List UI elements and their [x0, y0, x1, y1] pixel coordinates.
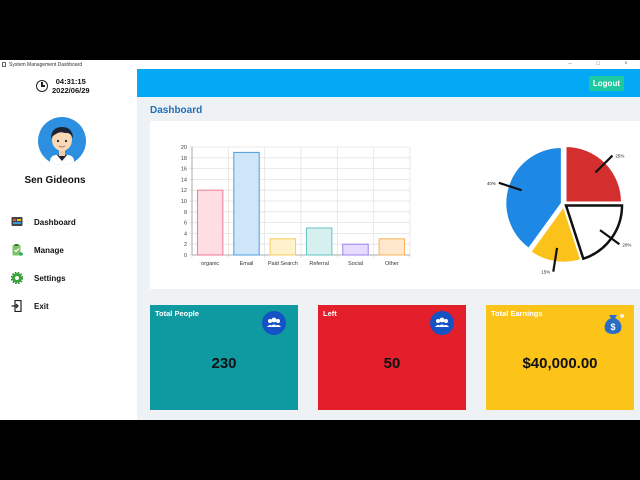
- gear-icon: [10, 271, 24, 285]
- chart-panel: 0 2 4 6 8 10 12 14 16 18 20 organic Email Paid Search…: [150, 121, 640, 289]
- user-name: Sen Gideons: [24, 175, 86, 186]
- bar: [269, 238, 297, 256]
- app-window: System Management Dashboard – □ × 04:31:…: [0, 60, 640, 420]
- y-tick-label: 10: [181, 199, 187, 205]
- clipboard-icon: [11, 244, 23, 256]
- people-icon: [262, 311, 286, 335]
- sidebar-item-label: Dashboard: [34, 217, 76, 227]
- y-tick-label: 16: [181, 167, 187, 173]
- money-bag-icon: $: [600, 309, 626, 340]
- card-total-people: Total People 230: [150, 305, 298, 410]
- bar: [196, 189, 224, 256]
- sidebar-item-label: Exit: [34, 301, 49, 311]
- y-tick-label: 4: [184, 231, 187, 237]
- y-tick-label: 20: [181, 145, 187, 151]
- sidebar-item-manage[interactable]: Manage: [11, 243, 64, 257]
- clock-date: 2022/06/29: [52, 86, 90, 95]
- bar: [305, 227, 333, 256]
- sidebar-item-label: Settings: [34, 273, 66, 283]
- bar-chart: 0 2 4 6 8 10 12 14 16 18 20 organic Email Paid Search…: [181, 145, 411, 267]
- x-tick-label: Email: [240, 261, 254, 267]
- y-tick-label: 8: [184, 210, 187, 216]
- maximize-icon[interactable]: □: [584, 60, 612, 69]
- y-tick-label: 6: [184, 221, 187, 227]
- card-left: Left 50: [318, 305, 466, 410]
- avatar: [38, 117, 86, 165]
- dashboard-icon: [11, 216, 23, 228]
- app-icon: [2, 62, 6, 67]
- y-tick-label: 14: [181, 177, 187, 183]
- pie-label: 15%: [541, 270, 550, 275]
- title-bar: System Management Dashboard – □ ×: [0, 60, 640, 69]
- card-value: 50: [383, 355, 401, 372]
- card-title: Total Earnings: [491, 309, 543, 318]
- y-tick-label: 2: [184, 242, 187, 248]
- page-title: Dashboard: [150, 105, 203, 116]
- x-tick-label: Paid Search: [268, 261, 298, 267]
- window-title: System Management Dashboard: [9, 61, 83, 68]
- pie-slice: [565, 145, 623, 203]
- pie-label: 40%: [487, 181, 496, 186]
- clock-time: 04:31:15: [55, 77, 86, 86]
- close-icon[interactable]: ×: [612, 60, 640, 69]
- user-avatar-icon: [50, 127, 74, 165]
- pie-chart: 25% 20% 15% 40%: [487, 145, 631, 275]
- sidebar: 04:31:15 2022/06/29 Sen Gideons Dashboar…: [0, 69, 137, 420]
- bar: [233, 151, 260, 256]
- bar: [378, 238, 406, 256]
- clock: 04:31:15 2022/06/29: [36, 77, 90, 95]
- card-title: Left: [323, 309, 337, 318]
- top-bar: Logout: [137, 69, 640, 97]
- sidebar-item-exit[interactable]: Exit: [11, 299, 49, 313]
- clock-icon: [36, 80, 48, 92]
- x-tick-label: organic: [201, 261, 219, 267]
- y-tick-label: 0: [184, 253, 187, 259]
- svg-text:$: $: [610, 322, 615, 332]
- minimize-icon[interactable]: –: [556, 60, 584, 69]
- pie-label: 25%: [615, 154, 624, 159]
- sidebar-item-label: Manage: [34, 245, 64, 255]
- main-content: Logout Dashboard 0 2 4 6 8 10 12 14 16 18 20 organi…: [137, 69, 640, 420]
- exit-icon: [11, 299, 23, 313]
- logout-button[interactable]: Logout: [588, 76, 624, 91]
- card-value: 230: [211, 355, 237, 372]
- pie-label: 20%: [622, 242, 631, 247]
- x-tick-label: Other: [385, 261, 399, 267]
- bar: [342, 243, 369, 256]
- people-icon: [430, 311, 454, 335]
- card-value: $40,000.00: [522, 355, 598, 372]
- card-total-earnings: Total Earnings $ $40,000.00: [486, 305, 634, 410]
- sidebar-item-settings[interactable]: Settings: [10, 271, 66, 285]
- card-title: Total People: [155, 309, 200, 318]
- sidebar-item-dashboard[interactable]: Dashboard: [11, 215, 76, 229]
- y-tick-label: 12: [181, 188, 187, 194]
- x-tick-label: Referral: [309, 261, 329, 267]
- window-controls: – □ ×: [556, 60, 640, 69]
- y-tick-label: 18: [181, 156, 187, 162]
- x-tick-label: Social: [348, 261, 363, 267]
